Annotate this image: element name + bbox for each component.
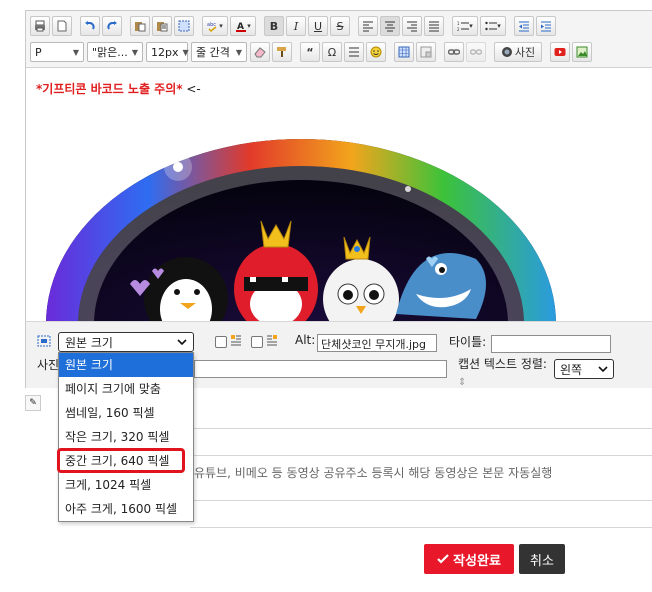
size-option-fit-page[interactable]: 페이지 크기에 맞춤 — [59, 377, 193, 401]
toolbar-row-2: P ▼ "맑은... ▼ 12px ▼ 줄 간격 ▼ “ Ω 사진 — [30, 41, 594, 63]
line-spacing-value: 줄 간격 — [196, 46, 230, 59]
embedded-image-rainbow-characters[interactable] — [46, 109, 556, 321]
chevron-down-icon: ▼ — [72, 47, 79, 57]
chevron-down-icon: ▼ — [131, 47, 138, 57]
submit-button[interactable]: 작성완료 — [424, 544, 514, 574]
template-icon[interactable] — [416, 42, 436, 62]
pencil-icon[interactable]: ✎ — [25, 395, 41, 411]
camera-icon — [501, 47, 512, 57]
unlink-icon[interactable] — [466, 42, 486, 62]
divider — [190, 428, 652, 429]
bullet-list-icon[interactable]: ▾ — [480, 16, 506, 36]
svg-text:1: 1 — [457, 21, 460, 26]
emoji-icon[interactable] — [366, 42, 386, 62]
image-gallery-icon[interactable] — [572, 42, 592, 62]
paste-icon[interactable] — [130, 16, 150, 36]
align-left-icon[interactable] — [358, 16, 378, 36]
notice-line: *기프티콘 바코드 노출 주의* <- — [36, 80, 201, 97]
line-spacing-select[interactable]: 줄 간격 ▼ — [191, 42, 247, 62]
font-family-value: "맑은... — [92, 46, 128, 59]
special-char-icon[interactable]: Ω — [322, 42, 342, 62]
size-option-original[interactable]: 원본 크기 — [59, 353, 193, 377]
toolbar-row-1: abc ▾ A ▾ B I U S 1 2 ▾ ▾ — [30, 15, 558, 37]
paste-text-icon[interactable] — [152, 16, 172, 36]
undo-icon[interactable] — [80, 16, 100, 36]
spellcheck-icon[interactable]: abc ▾ — [202, 16, 228, 36]
print-icon[interactable] — [30, 16, 50, 36]
insert-photo-label: 사진 — [514, 46, 536, 59]
strikethrough-icon[interactable]: S — [330, 16, 350, 36]
horizontal-rule-icon[interactable] — [344, 42, 364, 62]
image-size-select[interactable]: 원본 크기 — [58, 332, 194, 352]
font-size-value: 12px — [151, 45, 179, 59]
font-size-select[interactable]: 12px ▼ — [146, 42, 189, 62]
align-justify-icon[interactable] — [424, 16, 444, 36]
chevron-down-icon: ▼ — [182, 47, 189, 57]
notice-arrow-text: <- — [182, 82, 201, 96]
align-right-icon[interactable] — [402, 16, 422, 36]
alt-label: Alt: — [295, 333, 316, 347]
image-size-selected-value: 원본 크기 — [65, 335, 113, 350]
size-option-medium[interactable]: 중간 크기, 640 픽셀 — [59, 449, 193, 473]
svg-text:2: 2 — [457, 27, 460, 32]
align-center-icon[interactable] — [380, 16, 400, 36]
link-icon[interactable] — [444, 42, 464, 62]
caption-align-label: 캡션 텍스트 정렬: — [458, 357, 547, 371]
chevron-down-icon — [177, 338, 187, 345]
paragraph-format-value: P — [35, 45, 42, 59]
caption-align-value: 왼쪽 — [560, 362, 583, 377]
chevron-down-icon — [598, 365, 608, 372]
table-icon[interactable] — [394, 42, 414, 62]
title-input[interactable] — [491, 335, 611, 353]
size-option-small[interactable]: 작은 크기, 320 픽셀 — [59, 425, 193, 449]
numbered-list-icon[interactable]: 1 2 ▾ — [452, 16, 478, 36]
barcode-notice-text: *기프티콘 바코드 노출 주의* — [36, 82, 183, 96]
caption-label: 사진 — [37, 358, 60, 372]
divider — [190, 500, 652, 501]
submit-label: 작성완료 — [453, 553, 501, 569]
format-painter-icon[interactable] — [272, 42, 292, 62]
cancel-label: 취소 — [530, 553, 554, 569]
italic-icon[interactable]: I — [286, 16, 306, 36]
redo-icon[interactable] — [102, 16, 122, 36]
alt-text-input[interactable]: 단체샷코인 무지개.jpg — [317, 334, 437, 352]
editor-resize-handle[interactable]: ⇕ — [458, 377, 466, 388]
indent-icon[interactable] — [536, 16, 556, 36]
font-color-icon[interactable]: A ▾ — [230, 16, 256, 36]
youtube-icon[interactable] — [550, 42, 570, 62]
font-family-select[interactable]: "맑은... ▼ — [87, 42, 143, 62]
size-option-large[interactable]: 크게, 1024 픽셀 — [59, 473, 193, 497]
image-resize-icon — [37, 335, 51, 347]
size-option-thumbnail[interactable]: 썸네일, 160 픽셀 — [59, 401, 193, 425]
underline-icon[interactable]: U — [308, 16, 328, 36]
divider — [190, 527, 652, 528]
caption-input[interactable] — [194, 360, 447, 378]
caption-align-select[interactable]: 왼쪽 — [554, 359, 614, 379]
new-document-icon[interactable] — [52, 16, 72, 36]
eraser-icon[interactable] — [250, 42, 270, 62]
divider — [190, 455, 652, 456]
text-wrap-left-icon — [231, 335, 241, 346]
outdent-icon[interactable] — [514, 16, 534, 36]
editor-toolbar: abc ▾ A ▾ B I U S 1 2 ▾ ▾ P ▼ "맑은... ▼ 12px ▼ 줄… — [26, 11, 652, 68]
image-border-checkbox[interactable] — [215, 336, 227, 348]
blockquote-icon[interactable]: “ — [300, 42, 320, 62]
text-wrap-right-icon — [267, 335, 277, 346]
checkmark-icon — [437, 554, 449, 564]
insert-photo-button[interactable]: 사진 — [494, 42, 542, 62]
chevron-down-icon: ▼ — [235, 47, 242, 57]
paragraph-format-select[interactable]: P ▼ — [30, 42, 84, 62]
title-label: 타이틀: — [449, 335, 487, 349]
image-size-dropdown-list: 원본 크기 페이지 크기에 맞춤 썸네일, 160 픽셀 작은 크기, 320 … — [58, 352, 194, 522]
select-all-icon[interactable] — [174, 16, 194, 36]
cancel-button[interactable]: 취소 — [519, 544, 565, 574]
bold-icon[interactable]: B — [264, 16, 284, 36]
size-option-xlarge[interactable]: 아주 크게, 1600 픽셀 — [59, 497, 193, 521]
video-url-hint: 유튜브, 비메오 등 동영상 공유주소 등록시 해당 동영상은 본문 자동실행 — [194, 466, 553, 480]
image-float-checkbox[interactable] — [251, 336, 263, 348]
editor-content-area[interactable]: *기프티콘 바코드 노출 주의* <- — [26, 69, 652, 321]
